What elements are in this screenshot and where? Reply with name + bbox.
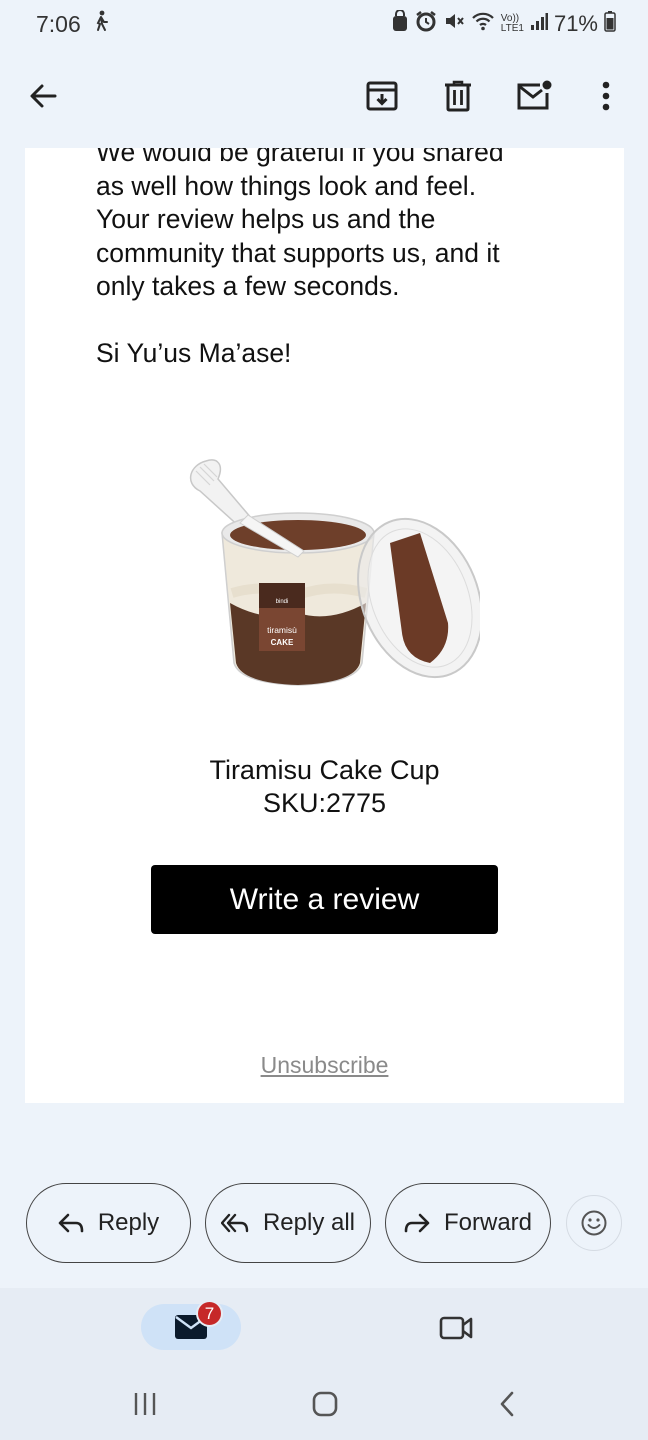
mark-unread-button[interactable] [514, 76, 554, 116]
archive-icon [366, 81, 398, 111]
battery-icon [604, 10, 616, 38]
body-paragraph: We would be grateful if you shared as we… [96, 148, 504, 302]
signal-icon [530, 11, 548, 37]
volte-indicator: Vo)) LTE1 [501, 14, 524, 34]
write-review-button[interactable]: Write a review [151, 865, 498, 934]
mail-tab[interactable] [141, 1304, 241, 1350]
emoji-reaction-button[interactable] [566, 1195, 622, 1251]
status-time: 7:06 [36, 10, 81, 37]
system-navigation [0, 1368, 648, 1440]
chevron-left-icon [500, 1391, 514, 1417]
forward-label: Forward [443, 1209, 533, 1236]
alarm-icon [415, 10, 437, 38]
recent-apps-icon [134, 1393, 156, 1415]
lte-label: LTE1 [500, 23, 524, 34]
trash-icon [445, 80, 471, 112]
reply-icon [58, 1213, 84, 1233]
reply-label: Reply [97, 1209, 160, 1236]
forward-icon [404, 1213, 430, 1233]
reply-actions: Reply Reply all Forward [0, 1183, 648, 1263]
reply-all-label: Reply all [262, 1209, 356, 1236]
meet-tab[interactable] [436, 1308, 476, 1348]
status-bar: 7:06 Vo)) LTE1 71% [0, 0, 648, 48]
bottom-navigation [0, 1288, 648, 1368]
video-icon [439, 1316, 473, 1340]
email-toolbar [0, 48, 648, 148]
home-icon [312, 1391, 338, 1417]
mark-unread-icon [517, 80, 552, 110]
forward-button[interactable]: Forward [385, 1183, 551, 1263]
delete-button[interactable] [438, 76, 478, 116]
product-image: bindi tiramisù CAKE [189, 459, 480, 686]
more-options-button[interactable] [586, 76, 626, 116]
reply-all-icon [220, 1213, 249, 1233]
image-label-line2: CAKE [271, 638, 294, 647]
unread-count-badge: 7 [196, 1300, 223, 1327]
product-sku: SKU:2775 [262, 788, 387, 818]
recent-apps-button[interactable] [125, 1388, 165, 1420]
emoji-icon [581, 1210, 607, 1236]
mute-icon [443, 10, 465, 38]
battery-percent: 71% [553, 11, 598, 36]
greeting-text: Si Yu’us Ma’ase! [96, 338, 292, 368]
walking-icon [93, 10, 109, 38]
back-button[interactable] [23, 76, 63, 116]
wifi-icon [471, 11, 495, 37]
home-button[interactable] [305, 1388, 345, 1420]
email-body: We would be grateful if you shared as we… [25, 148, 624, 1103]
reply-button[interactable]: Reply [26, 1183, 191, 1263]
arrow-left-icon [30, 84, 57, 108]
image-label-line1: tiramisù [267, 625, 297, 635]
lock-app-icon [391, 9, 409, 38]
unsubscribe-link[interactable]: Unsubscribe [25, 1052, 624, 1079]
reply-all-button[interactable]: Reply all [205, 1183, 371, 1263]
archive-button[interactable] [362, 76, 402, 116]
system-back-button[interactable] [487, 1388, 527, 1420]
product-name: Tiramisu Cake Cup [209, 755, 440, 785]
image-brand-text: bindi [276, 599, 289, 605]
more-vert-icon [602, 81, 610, 111]
